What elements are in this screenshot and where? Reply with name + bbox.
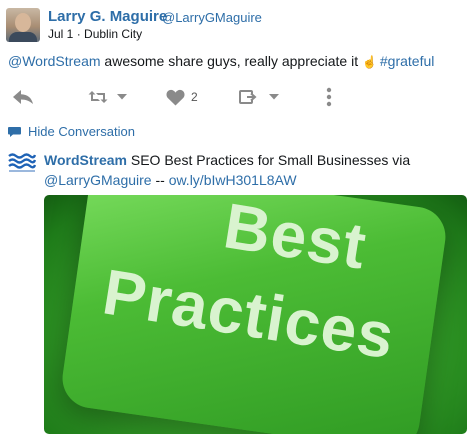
reply-icon <box>13 90 33 104</box>
retweet-button[interactable] <box>88 86 128 108</box>
chevron-down-icon <box>117 94 127 100</box>
share-button[interactable] <box>239 86 280 108</box>
author-handle[interactable]: @LarryGMaguire <box>162 10 262 25</box>
retweeted-body: SEO Best Practices for Small Businesses … <box>126 152 411 168</box>
more-options-button[interactable] <box>326 86 332 108</box>
avatar-shirt <box>9 32 37 42</box>
retweet-icon <box>88 91 108 103</box>
pointing-hand-emoji: ☝ <box>362 55 377 69</box>
share-icon <box>239 90 257 104</box>
tweet-meta: Jul 1 · Dublin City <box>48 27 142 41</box>
best-practices-image[interactable]: Best Practices <box>44 195 467 434</box>
retweeted-author-name[interactable]: WordStream <box>44 152 127 168</box>
tweet-date[interactable]: Jul 1 <box>48 27 73 41</box>
hide-conversation-toggle[interactable]: Hide Conversation <box>8 124 135 139</box>
avatar-head <box>15 13 31 32</box>
like-count: 2 <box>191 90 198 104</box>
more-vertical-icon <box>326 87 332 107</box>
tweet-body: awesome share guys, really appreciate it <box>100 53 362 69</box>
mention-link[interactable]: @WordStream <box>8 53 101 69</box>
tweet-location: Dublin City <box>84 27 143 41</box>
speech-bubble-icon <box>8 126 21 137</box>
hashtag-link[interactable]: #grateful <box>380 53 434 69</box>
author-name[interactable]: Larry G. Maguire <box>48 8 167 25</box>
tweet-actions: 2 <box>0 86 474 108</box>
reply-button[interactable] <box>12 86 34 108</box>
retweeted-dashes: -- <box>151 172 169 188</box>
tweet-text: @WordStream awesome share guys, really a… <box>8 53 434 69</box>
meta-separator: · <box>76 27 81 41</box>
heart-icon <box>166 89 185 105</box>
chevron-down-icon <box>269 94 279 100</box>
like-button[interactable]: 2 <box>166 86 198 108</box>
author-avatar[interactable] <box>6 8 40 42</box>
retweeted-text: WordStream SEO Best Practices for Small … <box>44 150 464 190</box>
wordstream-logo-icon[interactable] <box>8 152 36 174</box>
hide-conversation-label: Hide Conversation <box>28 124 135 139</box>
retweeted-mention-link[interactable]: @LarryGMaguire <box>44 172 152 188</box>
retweeted-url-link[interactable]: ow.ly/bIwH301L8AW <box>169 172 297 188</box>
